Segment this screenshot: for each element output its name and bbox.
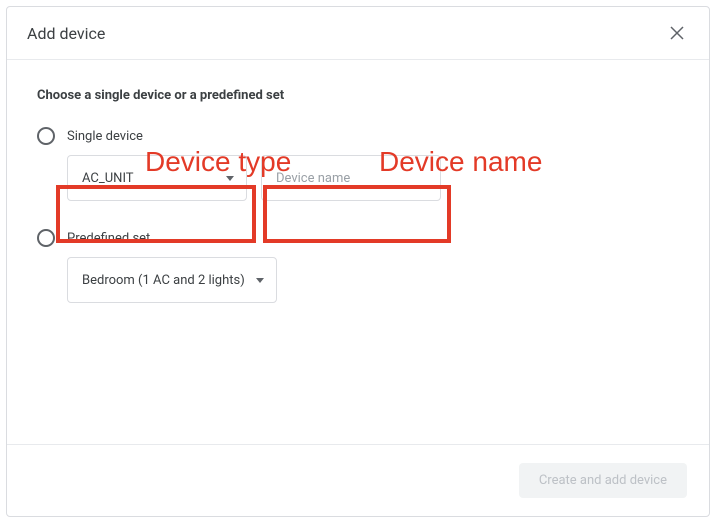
close-button[interactable] [665,21,689,45]
modal-header: Add device [7,7,709,60]
predefined-set-controls: Bedroom (1 AC and 2 lights) [67,257,679,303]
modal-body: Choose a single device or a predefined s… [7,60,709,444]
single-device-option: Single device [37,127,679,145]
predefined-set-select[interactable]: Bedroom (1 AC and 2 lights) [67,257,277,303]
add-device-modal: Add device Choose a single device or a p… [6,6,710,517]
device-name-input[interactable] [261,155,441,201]
chevron-down-icon [256,278,264,283]
predefined-set-option: Predefined set [37,229,679,247]
single-device-radio[interactable] [37,127,55,145]
single-device-controls: AC_UNIT [67,155,679,201]
modal-title: Add device [27,24,105,43]
create-and-add-button[interactable]: Create and add device [519,463,687,498]
device-type-select[interactable]: AC_UNIT [67,155,247,201]
predefined-set-label: Predefined set [67,231,150,246]
single-device-label: Single device [67,129,143,144]
predefined-set-value: Bedroom (1 AC and 2 lights) [82,273,245,288]
device-type-value: AC_UNIT [82,171,134,186]
prompt-text: Choose a single device or a predefined s… [37,88,679,103]
chevron-down-icon [226,176,234,181]
predefined-set-radio[interactable] [37,229,55,247]
modal-footer: Create and add device [7,444,709,516]
close-icon [670,26,684,40]
